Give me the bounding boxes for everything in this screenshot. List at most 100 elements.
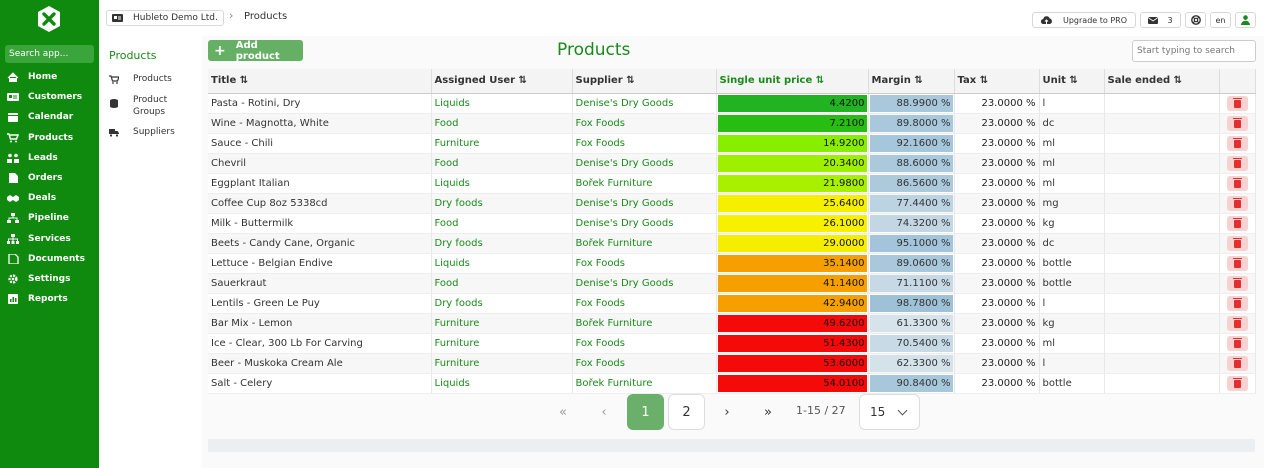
cell-tax[interactable]: 23.0000 % [954,153,1040,174]
cell-unit[interactable]: dc [1039,113,1105,134]
cell-assigned-user[interactable]: Dry foods [431,193,573,214]
cell-margin[interactable]: 62.3300 % [868,353,955,374]
column-header-single-unit-price[interactable]: Single unit price ⇅ [716,69,869,94]
cell-sale-ended[interactable] [1104,133,1220,154]
delete-button[interactable] [1226,175,1248,191]
sidebar-item-documents[interactable]: Documents [0,250,99,268]
sidebar-item-customers[interactable]: Customers [0,88,99,106]
delete-button[interactable] [1226,295,1248,311]
table-row[interactable]: Sauce - Chili Furniture Fox Foods 14.9200 92… [208,133,1256,154]
delete-button[interactable] [1226,275,1248,291]
cell-title[interactable]: Milk - Buttermilk [208,213,432,234]
cell-title[interactable]: Salt - Celery [208,373,432,394]
column-header-unit[interactable]: Unit ⇅ [1039,69,1105,94]
page-button-2[interactable]: 2 [668,394,705,430]
cell-title[interactable]: Beets - Candy Cane, Organic [208,233,432,254]
table-row[interactable]: Beets - Candy Cane, Organic Dry foods Boře… [208,233,1256,254]
help-button[interactable] [1185,12,1206,28]
cell-supplier[interactable]: Fox Foods [572,293,717,314]
delete-button[interactable] [1226,335,1248,351]
cell-supplier[interactable]: Fox Foods [572,253,717,274]
cell-unit[interactable]: mg [1039,193,1105,214]
delete-button[interactable] [1226,375,1248,391]
delete-button[interactable] [1226,315,1248,331]
cell-tax[interactable]: 23.0000 % [954,333,1040,354]
last-page-button[interactable]: » [753,394,783,430]
cell-margin[interactable]: 90.8400 % [868,373,955,394]
cell-title[interactable]: Eggplant Italian [208,173,432,194]
cell-supplier[interactable]: Bořek Furniture [572,313,717,334]
cell-price[interactable]: 14.9200 [716,133,869,154]
cell-price[interactable]: 42.9400 [716,293,869,314]
cell-supplier[interactable]: Denise's Dry Goods [572,273,717,294]
cell-tax[interactable]: 23.0000 % [954,233,1040,254]
cell-unit[interactable]: dc [1039,233,1105,254]
hubleto-logo-icon[interactable] [36,6,62,32]
delete-button[interactable] [1226,115,1248,131]
table-row[interactable]: Bar Mix - Lemon Furniture Bořek Furniture 4… [208,313,1256,334]
delete-button[interactable] [1226,215,1248,231]
cell-title[interactable]: Sauerkraut [208,273,432,294]
cell-margin[interactable]: 77.4400 % [868,193,955,214]
page-button-1[interactable]: 1 [627,394,664,430]
cell-price[interactable]: 49.6200 [716,313,869,334]
cell-unit[interactable]: l [1039,293,1105,314]
sidebar-item-home[interactable]: Home [0,68,99,86]
cell-supplier[interactable]: Bořek Furniture [572,233,717,254]
cell-price[interactable]: 25.6400 [716,193,869,214]
cell-margin[interactable]: 98.7800 % [868,293,955,314]
cell-unit[interactable]: kg [1039,213,1105,234]
sidebar-item-orders[interactable]: Orders [0,169,99,187]
cell-price[interactable]: 20.3400 [716,153,869,174]
cell-unit[interactable]: l [1039,93,1105,114]
cell-supplier[interactable]: Bořek Furniture [572,173,717,194]
cell-sale-ended[interactable] [1104,213,1220,234]
cell-supplier[interactable]: Denise's Dry Goods [572,93,717,114]
cell-margin[interactable]: 71.1100 % [868,273,955,294]
cell-title[interactable]: Sauce - Chili [208,133,432,154]
table-row[interactable]: Wine - Magnotta, White Food Fox Foods 7.210… [208,113,1256,134]
cell-sale-ended[interactable] [1104,353,1220,374]
sidebar-item-leads[interactable]: Leads [0,149,99,167]
cell-tax[interactable]: 23.0000 % [954,113,1040,134]
cell-assigned-user[interactable]: Furniture [431,313,573,334]
cell-tax[interactable]: 23.0000 % [954,313,1040,334]
subnav-item-products[interactable]: Products [109,74,172,84]
table-row[interactable]: Milk - Buttermilk Food Denise's Dry Goods 2… [208,213,1256,234]
cell-price[interactable]: 35.1400 [716,253,869,274]
cell-tax[interactable]: 23.0000 % [954,373,1040,394]
cell-sale-ended[interactable] [1104,313,1220,334]
cell-sale-ended[interactable] [1104,193,1220,214]
cell-sale-ended[interactable] [1104,293,1220,314]
cell-margin[interactable]: 88.9900 % [868,93,955,114]
cell-unit[interactable]: kg [1039,313,1105,334]
search-app-input[interactable]: Search app... [5,45,94,63]
cell-margin[interactable]: 92.1600 % [868,133,955,154]
cell-assigned-user[interactable]: Liquids [431,373,573,394]
delete-button[interactable] [1226,135,1248,151]
cell-sale-ended[interactable] [1104,153,1220,174]
company-selector[interactable]: Hubleto Demo Ltd. [106,10,224,26]
cell-tax[interactable]: 23.0000 % [954,173,1040,194]
subnav-item-product-groups[interactable]: Product Groups [109,94,189,118]
table-row[interactable]: Salt - Celery Liquids Bořek Furniture 54.01… [208,373,1256,394]
table-row[interactable]: Eggplant Italian Liquids Bořek Furniture 21… [208,173,1256,194]
cell-assigned-user[interactable]: Liquids [431,173,573,194]
cell-supplier[interactable]: Fox Foods [572,353,717,374]
add-product-button[interactable]: + Add product [208,40,303,62]
delete-button[interactable] [1226,195,1248,211]
sidebar-item-settings[interactable]: Settings [0,270,99,288]
cell-tax[interactable]: 23.0000 % [954,253,1040,274]
sidebar-item-reports[interactable]: Reports [0,290,99,308]
delete-button[interactable] [1226,355,1248,371]
cell-tax[interactable]: 23.0000 % [954,93,1040,114]
cell-margin[interactable]: 70.5400 % [868,333,955,354]
cell-tax[interactable]: 23.0000 % [954,273,1040,294]
cell-price[interactable]: 51.4300 [716,333,869,354]
cell-assigned-user[interactable]: Food [431,113,573,134]
cell-supplier[interactable]: Fox Foods [572,113,717,134]
cell-tax[interactable]: 23.0000 % [954,133,1040,154]
cell-sale-ended[interactable] [1104,373,1220,394]
cell-sale-ended[interactable] [1104,93,1220,114]
cell-price[interactable]: 53.6000 [716,353,869,374]
